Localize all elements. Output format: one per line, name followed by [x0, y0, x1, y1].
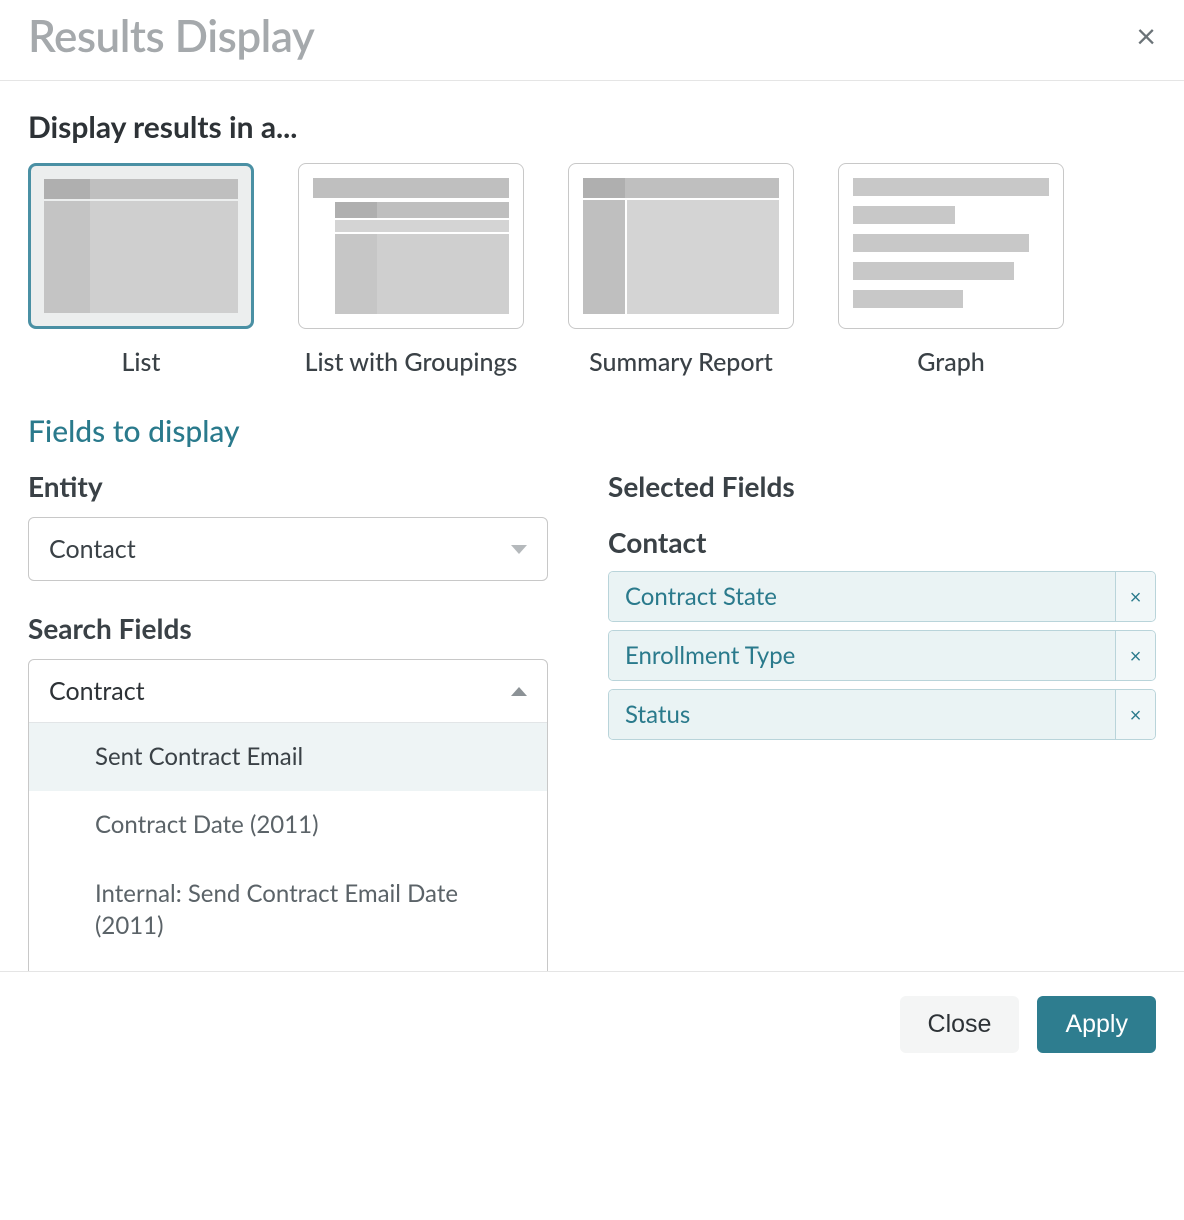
modal-body: Display results in a... List List with: [0, 81, 1184, 971]
selected-field-pill: Status ×: [608, 689, 1156, 740]
display-label: List with Groupings: [298, 347, 524, 377]
modal-footer: Close Apply: [0, 971, 1184, 1077]
modal-title: Results Display: [28, 10, 314, 62]
display-options: List List with Groupings Su: [28, 163, 1156, 377]
fields-right-column: Selected Fields Contact Contract State ×…: [608, 469, 1156, 971]
display-thumb-list: [28, 163, 254, 329]
search-fields-combo: Contract Sent Contract Email Contract Da…: [28, 659, 548, 971]
display-option-groupings[interactable]: List with Groupings: [298, 163, 524, 377]
apply-button[interactable]: Apply: [1037, 996, 1156, 1053]
display-option-summary[interactable]: Summary Report: [568, 163, 794, 377]
display-label: Summary Report: [568, 347, 794, 377]
search-result-item[interactable]: Internal: Send Contract Email Date (2011…: [29, 860, 547, 961]
chevron-down-icon: [511, 545, 527, 554]
modal-header: Results Display ×: [0, 0, 1184, 81]
search-fields-input[interactable]: Contract: [29, 660, 547, 722]
display-option-graph[interactable]: Graph: [838, 163, 1064, 377]
display-option-list[interactable]: List: [28, 163, 254, 377]
search-fields-value: Contract: [49, 676, 145, 706]
close-icon[interactable]: ×: [1136, 19, 1156, 53]
display-thumb-graph: [838, 163, 1064, 329]
search-result-item[interactable]: Contract Date (2012-2013): [29, 961, 547, 971]
selected-field-label: Status: [609, 690, 1115, 739]
entity-select[interactable]: Contact: [28, 517, 548, 581]
search-result-item[interactable]: Sent Contract Email: [29, 723, 547, 791]
remove-field-icon[interactable]: ×: [1115, 572, 1155, 621]
selected-fields-heading: Selected Fields: [608, 469, 1156, 503]
display-thumb-summary: [568, 163, 794, 329]
selected-field-label: Enrollment Type: [609, 631, 1115, 680]
remove-field-icon[interactable]: ×: [1115, 631, 1155, 680]
display-heading: Display results in a...: [28, 109, 1156, 145]
entity-label: Entity: [28, 469, 548, 503]
chevron-up-icon: [511, 687, 527, 696]
remove-field-icon[interactable]: ×: [1115, 690, 1155, 739]
close-button[interactable]: Close: [900, 996, 1020, 1053]
display-thumb-groupings: [298, 163, 524, 329]
display-label: Graph: [838, 347, 1064, 377]
selected-field-pill: Contract State ×: [608, 571, 1156, 622]
fields-left-column: Entity Contact Search Fields Contract Se…: [28, 469, 548, 971]
entity-value: Contact: [49, 534, 136, 564]
selected-field-label: Contract State: [609, 572, 1115, 621]
fields-heading: Fields to display: [28, 413, 1156, 449]
search-fields-dropdown: Sent Contract Email Contract Date (2011)…: [29, 722, 547, 971]
search-fields-label: Search Fields: [28, 611, 548, 645]
selected-field-pill: Enrollment Type ×: [608, 630, 1156, 681]
selected-group-label: Contact: [608, 525, 1156, 559]
search-result-item[interactable]: Contract Date (2011): [29, 791, 547, 859]
display-label: List: [28, 347, 254, 377]
